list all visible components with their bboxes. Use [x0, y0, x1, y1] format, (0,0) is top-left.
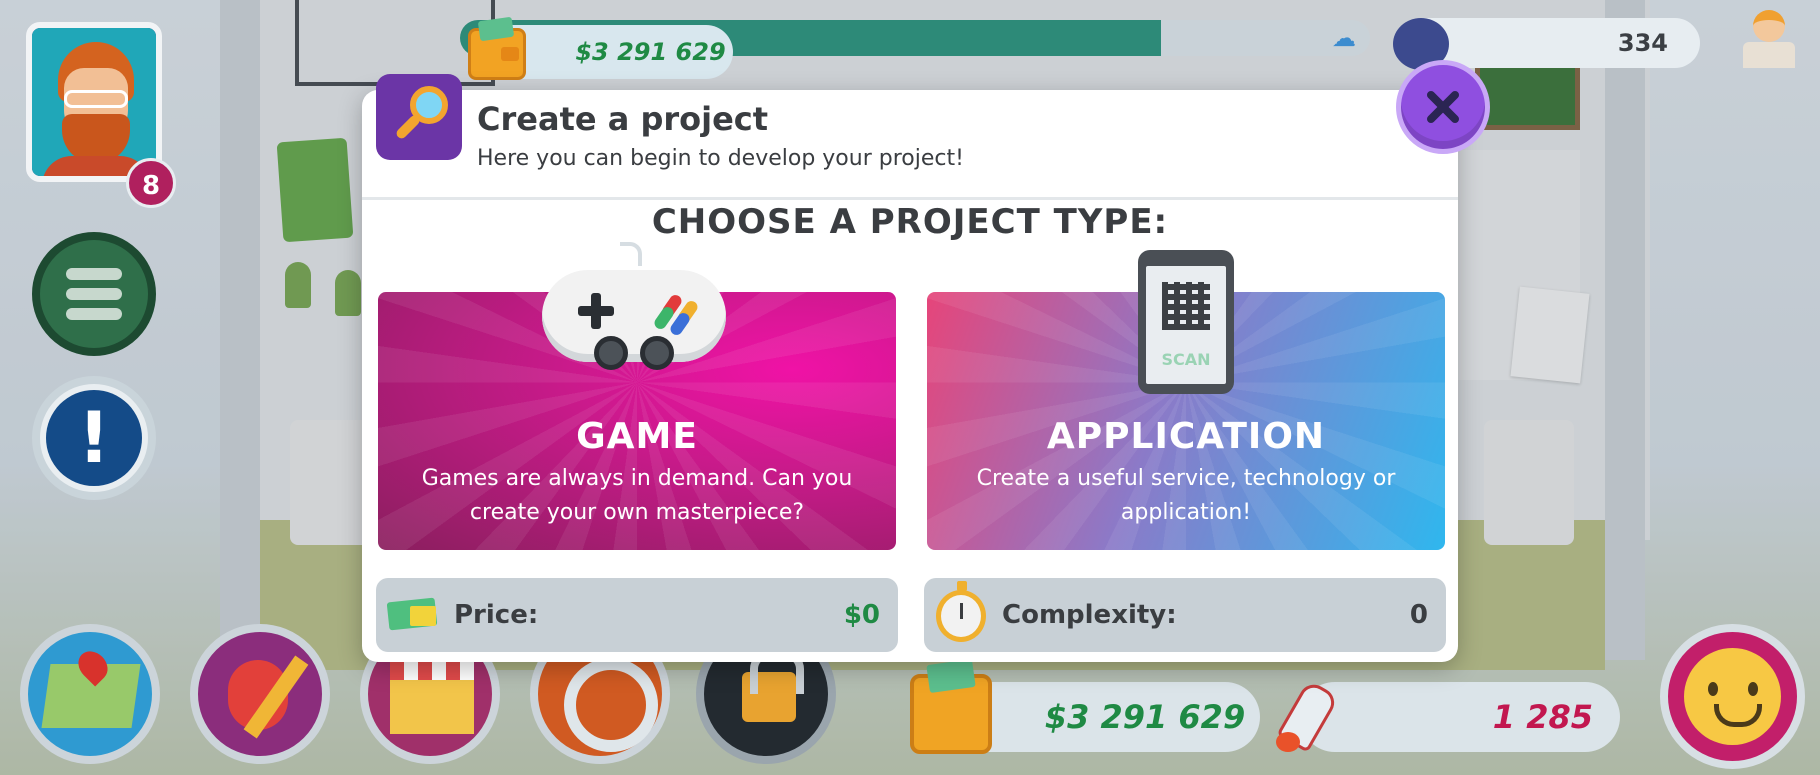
phone-scan-label: SCAN [1161, 350, 1211, 369]
top-money-value: $3 291 629 [575, 38, 726, 66]
right-thumbstick [640, 336, 674, 370]
top-fans-value: 334 [1617, 29, 1668, 57]
exclamation-icon: ! [46, 390, 142, 486]
left-thumbstick [594, 336, 628, 370]
price-label: Price: [454, 600, 539, 630]
player-avatar[interactable] [26, 22, 162, 182]
menu-button[interactable] [32, 232, 156, 356]
phone-icon: SCAN [1138, 250, 1234, 394]
price-value: $0 [843, 600, 880, 630]
dialog-subtitle: Here you can begin to develop your proje… [477, 146, 964, 171]
wallet-icon [468, 28, 526, 80]
dialog-title: Create a project [477, 100, 769, 138]
magnifier-icon [376, 74, 462, 160]
phone-screen: SCAN [1146, 266, 1226, 384]
bottom-fans-value: 1 285 [1492, 698, 1593, 736]
mood-button[interactable] [1660, 624, 1805, 769]
avatar-glasses [64, 90, 128, 108]
design-button[interactable] [190, 624, 330, 764]
stopwatch-icon [936, 581, 986, 642]
worker-icon[interactable] [1735, 8, 1805, 70]
alert-button[interactable]: ! [32, 376, 156, 500]
menu-icon-line [66, 308, 122, 320]
gamepad-icon [542, 242, 726, 380]
menu-icon-line [66, 288, 122, 300]
map-button[interactable] [20, 624, 160, 764]
steam-swirl [620, 242, 642, 266]
worker-laptop [1743, 42, 1795, 68]
dpad-vertical [591, 293, 601, 329]
magnifier-handle [394, 113, 422, 141]
card-title: GAME [576, 416, 698, 457]
cash-icon [388, 596, 442, 634]
card-title: APPLICATION [1046, 416, 1326, 457]
gamepad-body [542, 270, 726, 362]
close-button[interactable] [1396, 60, 1490, 154]
dialog-header: Create a project Here you can begin to d… [362, 74, 1458, 200]
bottom-money-value: $3 291 629 [1044, 698, 1246, 736]
complexity-label: Complexity: [1002, 600, 1177, 630]
player-level-badge: 8 [126, 158, 176, 208]
smiley-icon [1684, 648, 1781, 745]
card-description: Create a useful service, technology or a… [976, 466, 1396, 525]
qr-code-icon [1162, 282, 1210, 330]
rocket-icon [1270, 678, 1340, 758]
cloud-icon: ☁ [1332, 24, 1356, 52]
worker-head [1753, 10, 1785, 42]
complexity-panel: Complexity: 0 [924, 578, 1446, 652]
complexity-value: 0 [1409, 600, 1428, 630]
choose-type-heading: CHOOSE A PROJECT TYPE: [651, 202, 1169, 242]
wallet-icon [910, 674, 992, 754]
price-panel: Price: $0 [376, 578, 898, 652]
card-description: Games are always in demand. Can you crea… [421, 466, 853, 525]
create-project-dialog: Create a project Here you can begin to d… [362, 60, 1490, 662]
menu-icon-line [66, 268, 122, 280]
